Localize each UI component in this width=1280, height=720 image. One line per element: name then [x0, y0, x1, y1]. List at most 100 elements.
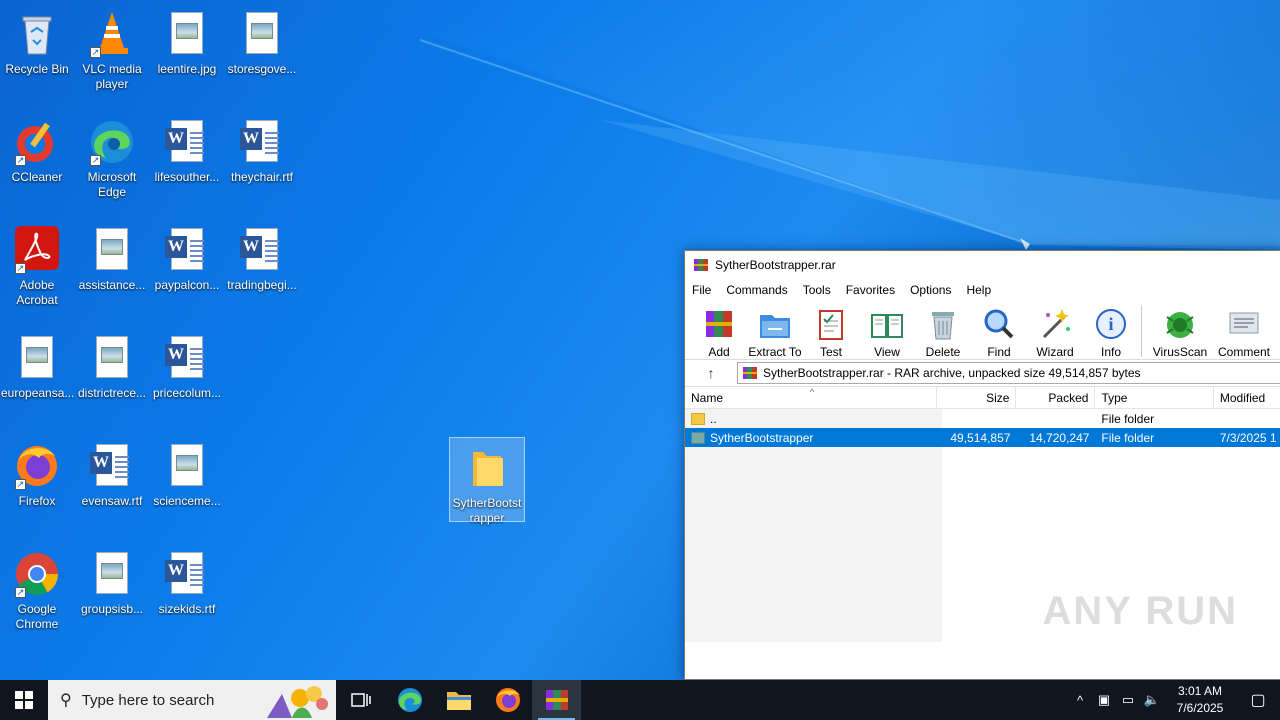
anyrun-watermark: ANY RUN: [1042, 589, 1238, 633]
comment-note-icon: [1227, 307, 1261, 341]
desktop-icon-label: tradingbegi...: [227, 278, 297, 292]
image-file-icon: [238, 10, 286, 58]
extract-to-button[interactable]: Extract To: [747, 301, 803, 359]
edge-icon: [397, 688, 422, 712]
info-button[interactable]: i Info: [1083, 301, 1139, 359]
desktop-icon-tradingbegi[interactable]: W tradingbegi...: [225, 220, 299, 293]
column-packed[interactable]: Packed: [1016, 387, 1096, 408]
desktop-icon-label: scienceme...: [153, 494, 221, 508]
add-button[interactable]: Add: [691, 301, 747, 359]
add-archive-icon: [702, 307, 736, 341]
file-list[interactable]: .. File folder SytherBootstrapper 49,514…: [685, 409, 1280, 642]
toolbar-label: Wizard: [1036, 345, 1074, 359]
desktop-icon-label: storesgove...: [227, 62, 297, 76]
desktop-icon-theychair[interactable]: W theychair.rtf: [225, 112, 299, 185]
menu-commands[interactable]: Commands: [726, 283, 787, 297]
shortcut-arrow-icon: ↗: [15, 263, 26, 274]
menu-help[interactable]: Help: [966, 283, 991, 297]
comment-button[interactable]: Comment: [1212, 301, 1276, 359]
extract-folder-icon: [758, 307, 792, 341]
desktop-icon-label: lifesouther...: [154, 170, 220, 184]
clock-time: 3:01 AM: [1177, 684, 1223, 698]
desktop-icon-storesgove[interactable]: storesgove...: [225, 4, 299, 77]
image-file-icon: [163, 10, 211, 58]
desktop-icon-europeansa[interactable]: europeansa...: [0, 328, 74, 401]
edge-icon: ↗: [88, 118, 136, 166]
menu-options[interactable]: Options: [910, 283, 951, 297]
desktop-icon-assistance[interactable]: assistance...: [75, 220, 149, 293]
up-arrow-icon[interactable]: ↑: [685, 365, 737, 381]
column-type[interactable]: Type: [1095, 387, 1214, 408]
desktop-icon-adobe-acrobat[interactable]: ↗ Adobe Acrobat: [0, 220, 74, 308]
taskbar-winrar-button[interactable]: [532, 680, 581, 720]
view-button[interactable]: View: [859, 301, 915, 359]
desktop-icon-label: evensaw.rtf: [81, 494, 143, 508]
sort-ascending-icon: ^: [810, 387, 815, 397]
desktop-icon-firefox[interactable]: ↗ Firefox: [0, 436, 74, 509]
wizard-button[interactable]: Wizard: [1027, 301, 1083, 359]
winrar-window[interactable]: SytherBootstrapper.rar File Commands Too…: [684, 250, 1280, 680]
archive-path-field[interactable]: SytherBootstrapper.rar - RAR archive, un…: [737, 362, 1280, 384]
row-size: 49,514,857: [950, 430, 1011, 445]
file-explorer-icon: [446, 692, 471, 710]
delete-trash-icon: [926, 307, 960, 341]
taskbar-file-explorer-button[interactable]: [434, 680, 483, 720]
desktop-icon-leentire[interactable]: leentire.jpg: [150, 4, 224, 77]
desktop-icon-groupsisb[interactable]: groupsisb...: [75, 544, 149, 617]
notifications-icon[interactable]: ▢: [1236, 690, 1280, 710]
image-file-icon: [88, 226, 136, 274]
file-list-header: Name Size Packed Type Modified ^: [685, 387, 1280, 409]
desktop-icon-recycle-bin[interactable]: Recycle Bin: [0, 4, 74, 77]
test-button[interactable]: Test: [803, 301, 859, 359]
network-icon[interactable]: ▭: [1116, 692, 1140, 708]
search-icon: ⚲: [60, 692, 72, 709]
archive-icon: [743, 367, 757, 379]
start-button[interactable]: [0, 680, 48, 720]
table-row[interactable]: SytherBootstrapper 49,514,857 14,720,247…: [685, 428, 1280, 447]
desktop-icon-vlc[interactable]: ↗ VLC media player: [75, 4, 149, 92]
show-hidden-icons-chevron-icon[interactable]: ^: [1068, 693, 1092, 708]
desktop-icon-pricecolum[interactable]: W pricecolum...: [150, 328, 224, 401]
volume-icon[interactable]: 🔈: [1140, 692, 1164, 708]
desktop-icon-sizekids[interactable]: W sizekids.rtf: [150, 544, 224, 617]
desktop-icon-label: districtrece...: [77, 386, 146, 400]
row-name: ..: [710, 411, 717, 426]
column-modified[interactable]: Modified: [1214, 387, 1280, 408]
table-row[interactable]: .. File folder: [685, 409, 1280, 428]
menu-file[interactable]: File: [692, 283, 711, 297]
desktop-icon-google-chrome[interactable]: ↗ Google Chrome: [0, 544, 74, 632]
desktop-icon-edge[interactable]: ↗ Microsoft Edge: [75, 112, 149, 200]
find-button[interactable]: Find: [971, 301, 1027, 359]
delete-button[interactable]: Delete: [915, 301, 971, 359]
vlc-cone-icon: ↗: [88, 10, 136, 58]
system-clock[interactable]: 3:01 AM 7/6/2025: [1164, 683, 1236, 717]
desktop-icon-sytherbootstrapper-folder[interactable]: SytherBootstrapper: [449, 437, 525, 525]
desktop-icon-paypalcon[interactable]: W paypalcon...: [150, 220, 224, 293]
taskbar-edge-button[interactable]: [385, 680, 434, 720]
taskbar: ⚲ Type here to search ^ ▣ ▭ 🔈 3:01 AM 7/…: [0, 680, 1280, 720]
chrome-icon: ↗: [13, 550, 61, 598]
desktop-icon-districtrece[interactable]: districtrece...: [75, 328, 149, 401]
search-placeholder: Type here to search: [81, 691, 215, 709]
task-view-button[interactable]: [336, 680, 385, 720]
folder-icon: [691, 412, 705, 425]
menu-tools[interactable]: Tools: [803, 283, 831, 297]
desktop-icon-ccleaner[interactable]: ↗ CCleaner: [0, 112, 74, 185]
menu-favorites[interactable]: Favorites: [846, 283, 895, 297]
virusscan-button[interactable]: VirusScan: [1148, 301, 1212, 359]
security-shield-icon[interactable]: ▣: [1092, 692, 1116, 708]
toolbar-label: Extract To: [748, 345, 802, 359]
row-type: File folder: [1101, 430, 1155, 445]
desktop-icon-evensaw[interactable]: W evensaw.rtf: [75, 436, 149, 509]
column-size[interactable]: Size: [937, 387, 1017, 408]
virusscan-bug-icon: [1163, 307, 1197, 341]
window-title: SytherBootstrapper.rar: [715, 258, 836, 272]
desktop-icon-lifesouther[interactable]: W lifesouther...: [150, 112, 224, 185]
desktop-icon-scienceme[interactable]: scienceme...: [150, 436, 224, 509]
windows-logo-icon: [15, 691, 33, 709]
window-titlebar[interactable]: SytherBootstrapper.rar: [685, 251, 1280, 279]
taskbar-search-box[interactable]: ⚲ Type here to search: [48, 680, 336, 720]
desktop-icon-label: assistance...: [78, 278, 146, 292]
taskbar-firefox-button[interactable]: [483, 680, 532, 720]
toolbar-label: Test: [819, 345, 842, 359]
